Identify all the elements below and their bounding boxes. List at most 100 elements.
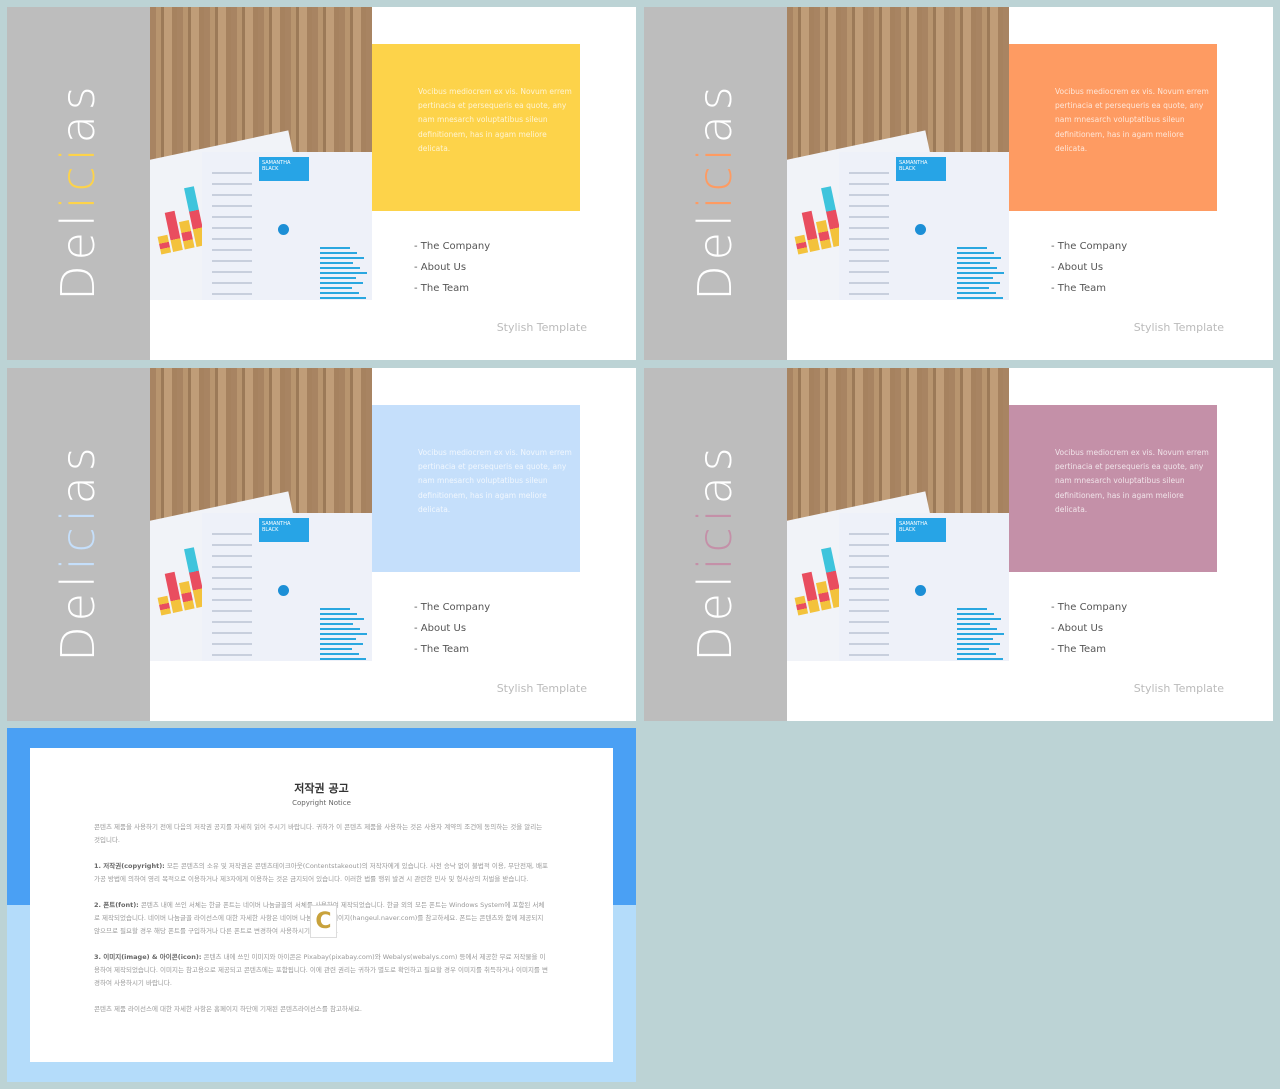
color-text-box: Vocibus mediocrem ex vis. Novum errem pe… (1009, 44, 1217, 211)
resume-skill-bar (957, 638, 993, 640)
resume-skill-bar (320, 643, 363, 645)
resume-skill-bar (320, 658, 366, 660)
title-part: Del (51, 209, 105, 301)
resume-text-line (212, 632, 252, 634)
resume-skill-bar (957, 257, 1001, 259)
resume-text-line (212, 533, 252, 535)
resume-text-line (212, 282, 252, 284)
desk-photo: SAMANTHA BLACK (787, 368, 1009, 661)
menu-item[interactable]: - The Team (414, 278, 490, 299)
user-icon (915, 224, 926, 235)
notice-card: 저작권 공고 Copyright Notice 콘텐츠 제품을 사용하기 전에 … (30, 748, 613, 1062)
resume-skill-bar (320, 648, 352, 650)
resume-text-line (212, 577, 252, 579)
resume-skill-bar (320, 282, 363, 284)
menu-item[interactable]: - About Us (1051, 257, 1127, 278)
resume-text-line (849, 216, 889, 218)
resume-text-line (849, 632, 889, 634)
resume-text-line (212, 260, 252, 262)
notice-outro: 콘텐츠 제품 라이선스에 대한 자세한 사항은 홈페이지 하단에 기재된 콘텐츠… (94, 1005, 362, 1013)
user-icon (915, 585, 926, 596)
notice-image: 3. 이미지(image) & 아이콘(icon): 콘텐츠 내에 쓰인 이미지… (94, 951, 549, 990)
resume-text-line (849, 271, 889, 273)
resume-text-line (849, 599, 889, 601)
resume-text-line (212, 194, 252, 196)
resume-text-line (849, 172, 889, 174)
notice-subtitle: Copyright Notice (292, 799, 351, 807)
resume-text-line (849, 654, 889, 656)
user-icon (278, 224, 289, 235)
resume-skill-bar (320, 257, 364, 259)
slide-copyright-notice[interactable]: 저작권 공고 Copyright Notice 콘텐츠 제품을 사용하기 전에 … (7, 728, 636, 1082)
resume-skill-bar (957, 292, 996, 294)
slide-thumbnail[interactable]: SAMANTHA BLACK Delicias Vocibus mediocre… (7, 7, 636, 360)
resume-skill-bar (320, 653, 359, 655)
menu-item[interactable]: - About Us (414, 257, 490, 278)
resume-paper: SAMANTHA BLACK (839, 152, 1009, 300)
resume-header: SAMANTHA BLACK (259, 518, 309, 542)
desk-photo: SAMANTHA BLACK (150, 7, 372, 300)
resume-header: SAMANTHA BLACK (896, 157, 946, 181)
menu-item[interactable]: - The Team (1051, 278, 1127, 299)
slide-title: Delicias (51, 442, 105, 662)
resume-skill-bar (957, 608, 987, 610)
resume-skill-bar (957, 247, 987, 249)
slide-thumbnail[interactable]: SAMANTHA BLACK Delicias Vocibus mediocre… (7, 368, 636, 721)
resume-skill-bar (320, 638, 356, 640)
resume-skill-bar (957, 633, 1004, 635)
resume-text-line (849, 260, 889, 262)
resume-skill-bar (320, 618, 364, 620)
resume-text-line (849, 205, 889, 207)
resume-skill-bar (957, 297, 1003, 299)
box-text: Vocibus mediocrem ex vis. Novum errem pe… (418, 448, 572, 514)
resume-skill-bar (320, 623, 353, 625)
menu-item[interactable]: - About Us (1051, 618, 1127, 639)
menu-item[interactable]: - The Company (414, 597, 490, 618)
resume-text-line (212, 293, 252, 295)
notice-copyright-heading: 1. 저작권(copyright): (94, 862, 165, 870)
resume-header: SAMANTHA BLACK (259, 157, 309, 181)
notice-font-heading: 2. 폰트(font): (94, 901, 139, 909)
resume-skill-bar (320, 267, 360, 269)
menu-item[interactable]: - The Company (414, 236, 490, 257)
resume-text-line (849, 566, 889, 568)
resume-skill-bar (957, 252, 994, 254)
resume-text-line (212, 238, 252, 240)
resume-paper: SAMANTHA BLACK (202, 513, 372, 661)
resume-skill-bar (320, 252, 357, 254)
resume-skill-bar (320, 613, 357, 615)
resume-text-line (212, 544, 252, 546)
resume-text-line (212, 216, 252, 218)
resume-skill-bar (957, 287, 989, 289)
resume-text-line (849, 282, 889, 284)
title-part: Del (51, 570, 105, 662)
resume-text-line (212, 271, 252, 273)
menu-item[interactable]: - The Team (1051, 639, 1127, 660)
resume-text-line (849, 610, 889, 612)
menu-item[interactable]: - The Team (414, 639, 490, 660)
title-accent: ici (688, 143, 742, 210)
menu-item[interactable]: - The Company (1051, 597, 1127, 618)
box-text: Vocibus mediocrem ex vis. Novum errem pe… (1055, 448, 1209, 514)
resume-text-line (849, 227, 889, 229)
resume-skill-bar (320, 262, 353, 264)
resume-text-line (849, 577, 889, 579)
resume-text-line (849, 249, 889, 251)
slide-thumbnail[interactable]: SAMANTHA BLACK Delicias Vocibus mediocre… (644, 368, 1273, 721)
slide-title: Delicias (51, 81, 105, 301)
resume-text-line (212, 205, 252, 207)
menu-item[interactable]: - About Us (414, 618, 490, 639)
menu-list: - The Company - About Us - The Team (414, 597, 490, 660)
menu-list: - The Company - About Us - The Team (1051, 597, 1127, 660)
resume-text-line (212, 566, 252, 568)
resume-skill-bar (957, 267, 997, 269)
resume-text-line (849, 183, 889, 185)
slide-thumbnail[interactable]: SAMANTHA BLACK Delicias Vocibus mediocre… (644, 7, 1273, 360)
resume-text-line (212, 610, 252, 612)
slide-title: Delicias (688, 81, 742, 301)
menu-item[interactable]: - The Company (1051, 236, 1127, 257)
resume-header: SAMANTHA BLACK (896, 518, 946, 542)
title-part: Del (688, 209, 742, 301)
resume-skill-bar (957, 643, 1000, 645)
resume-skill-bar (320, 292, 359, 294)
